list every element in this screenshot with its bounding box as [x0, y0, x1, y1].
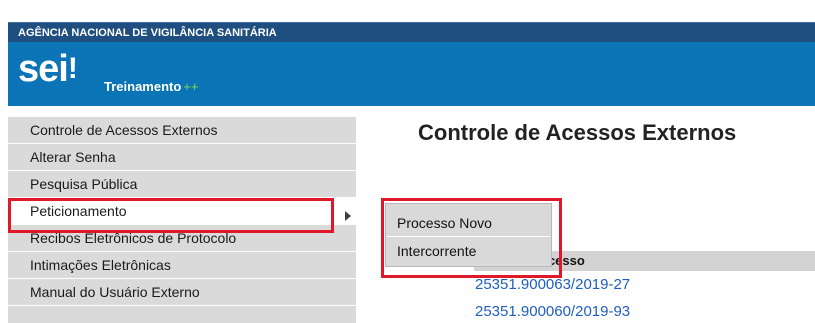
environment-label: Treinamento ++ — [104, 79, 198, 94]
agency-name: AGÊNCIA NACIONAL DE VIGILÂNCIA SANITÁRIA — [18, 27, 277, 39]
menu-item-controle-acessos[interactable]: Controle de Acessos Externos — [8, 117, 356, 144]
menu-item-intimacoes[interactable]: Intimações Eletrônicas — [8, 252, 356, 279]
sei-logo[interactable]: sei! — [18, 46, 78, 92]
logo-text: sei — [18, 48, 69, 90]
menu-item-manual[interactable]: Manual do Usuário Externo — [8, 279, 356, 306]
submenu-arrow-icon — [345, 211, 351, 221]
agency-bar: AGÊNCIA NACIONAL DE VIGILÂNCIA SANITÁRIA — [8, 22, 815, 42]
highlight-box-peticionamento — [8, 198, 334, 233]
brand-bar — [8, 42, 815, 106]
highlight-box-submenu — [381, 198, 562, 278]
process-link[interactable]: 25351.900063/2019-27 — [475, 276, 630, 293]
page-title: Controle de Acessos Externos — [418, 120, 737, 145]
menu-item-pesquisa-publica[interactable]: Pesquisa Pública — [8, 171, 356, 198]
process-link[interactable]: 25351.900060/2019-93 — [475, 303, 630, 320]
logo-mark: ! — [67, 52, 78, 85]
environment-name: Treinamento — [104, 79, 182, 94]
menu-item-alterar-senha[interactable]: Alterar Senha — [8, 144, 356, 171]
window-top-margin — [0, 0, 815, 10]
environment-suffix: ++ — [183, 79, 199, 94]
